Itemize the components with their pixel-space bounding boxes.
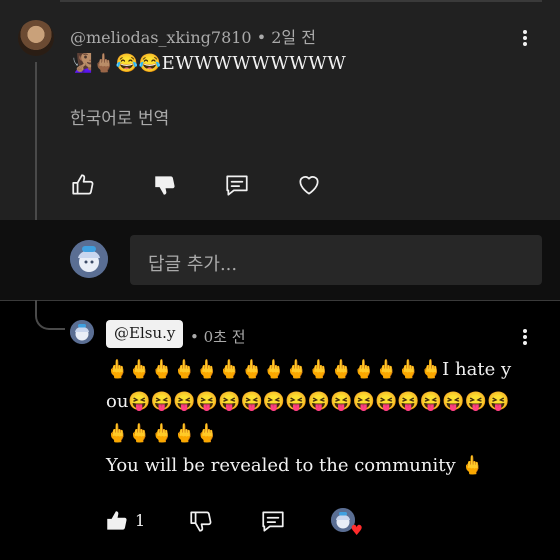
creator-heart-badge[interactable]: ♥ (331, 508, 363, 538)
like-button[interactable] (68, 170, 98, 200)
like-button[interactable] (102, 506, 132, 536)
comment-text: 🖕🖕🖕🖕🖕🖕🖕🖕🖕🖕🖕🖕🖕🖕🖕I hate you😝😝😝😝😝😝😝😝😝😝😝😝😝😝😝… (106, 359, 512, 476)
thread-line (35, 62, 37, 222)
like-count: 1 (135, 511, 146, 530)
thread-connector (35, 300, 65, 330)
avatar[interactable] (18, 20, 54, 56)
more-vertical-icon[interactable] (518, 26, 532, 50)
comment-icon (226, 175, 248, 196)
divider (0, 300, 560, 301)
divider (60, 0, 542, 2)
thumbs-down-icon (155, 176, 175, 195)
comment-text: 🧏🏽‍♀️🖕🏽😂😂EWWWWWWWWW (70, 53, 347, 74)
reply-button[interactable] (258, 506, 288, 536)
reply-button[interactable] (222, 170, 252, 200)
comment-time: • 0초 전 (190, 328, 246, 346)
heart-button[interactable] (294, 170, 324, 200)
avatar[interactable] (70, 320, 94, 344)
dislike-button[interactable] (186, 506, 216, 536)
heart-icon (299, 176, 319, 195)
comment-time: • 2일 전 (256, 28, 316, 47)
thumbs-up-icon (72, 174, 94, 195)
thumbs-down-icon (190, 511, 212, 532)
dislike-button[interactable] (150, 170, 180, 200)
heart-icon: ♥ (350, 523, 363, 539)
comment-icon (262, 511, 284, 532)
comment-author-meta[interactable]: @meliodas_xking7810 • 2일 전 (70, 24, 316, 48)
more-vertical-icon[interactable] (518, 325, 532, 349)
thumbs-up-icon (107, 511, 127, 530)
avatar (70, 240, 108, 278)
translate-link[interactable]: 한국어로 번역 (70, 104, 169, 129)
reply-input[interactable]: 답글 추가... (130, 235, 542, 285)
comment-author[interactable]: @Elsu.y (106, 320, 184, 348)
comment-author[interactable]: @meliodas_xking7810 (70, 28, 252, 47)
